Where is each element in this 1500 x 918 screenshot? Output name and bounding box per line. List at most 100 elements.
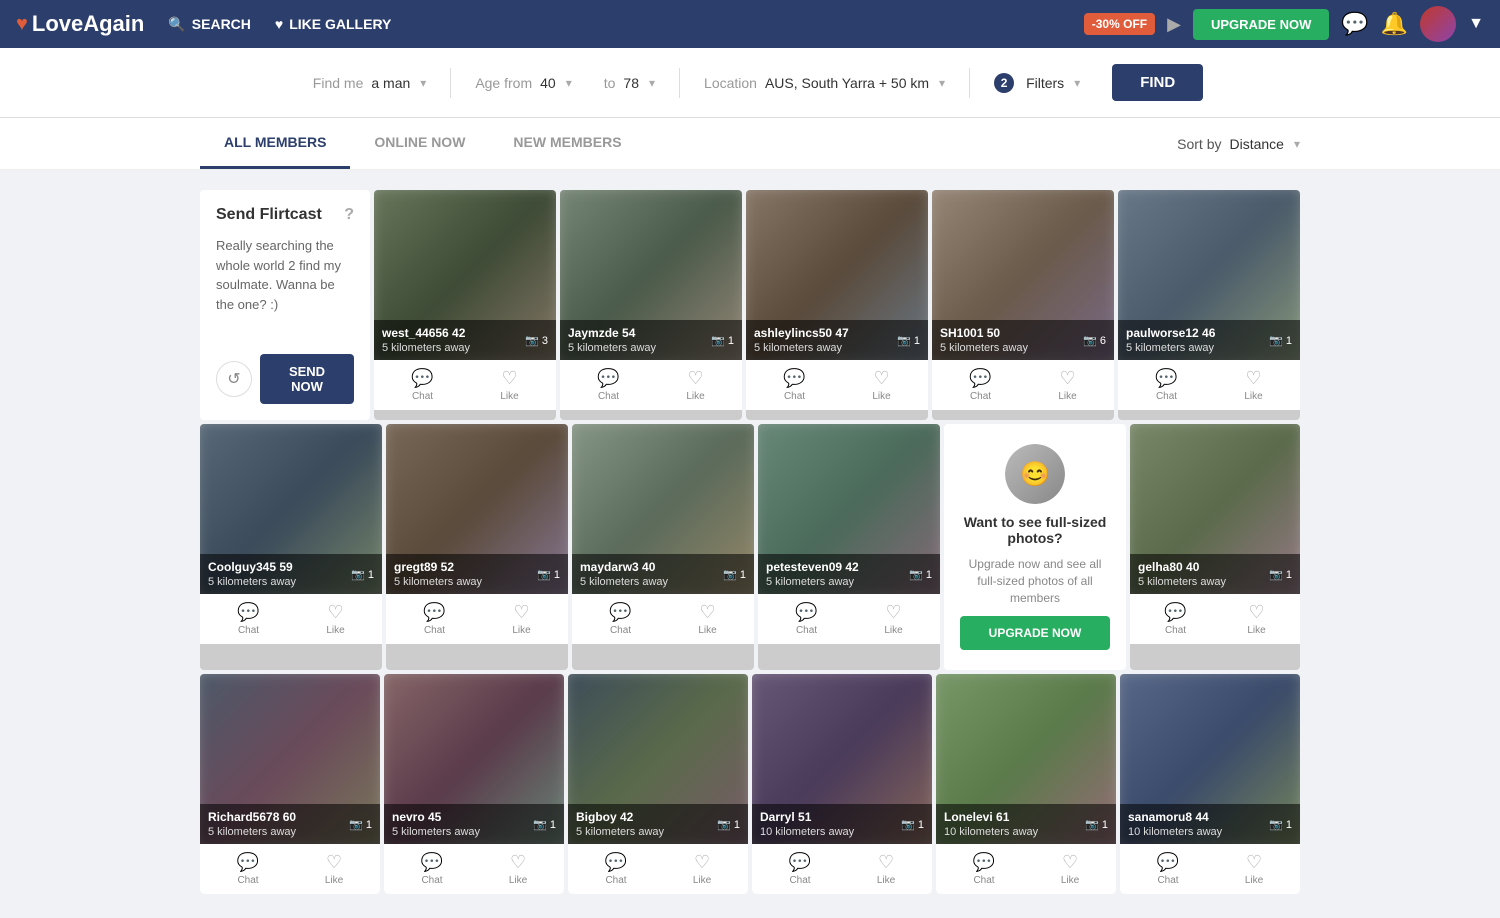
age-to-value[interactable]: 78 (623, 75, 639, 91)
like-button[interactable]: ♡ Like (1245, 852, 1263, 886)
chat-button[interactable]: 💬 Chat (1157, 852, 1179, 886)
chat-button[interactable]: 💬 Chat (423, 602, 445, 636)
age-from-dropdown-icon[interactable]: ▾ (566, 76, 572, 90)
chat-button[interactable]: 💬 Chat (969, 368, 991, 402)
filters-count-badge: 2 (994, 73, 1014, 93)
chat-button[interactable]: 💬 Chat (973, 852, 995, 886)
messages-icon[interactable]: 💬 (1341, 11, 1368, 37)
chat-button[interactable]: 💬 Chat (1155, 368, 1177, 402)
chat-button[interactable]: 💬 Chat (605, 852, 627, 886)
member-card-paulworse[interactable]: paulworse12 46 5 kilometers away 📷 1 💬 C… (1118, 190, 1300, 420)
member-photo-sanamoru8: sanamoru8 44 10 kilometers away 📷 1 (1120, 674, 1300, 844)
member-card-lonelevi[interactable]: Lonelevi 61 10 kilometers away 📷 1 💬 Cha… (936, 674, 1116, 894)
member-card-ashleylincs[interactable]: ashleylincs50 47 5 kilometers away 📷 1 💬… (746, 190, 928, 420)
like-button[interactable]: ♡ Like (326, 602, 344, 636)
like-gallery-nav-btn[interactable]: ♥ LIKE GALLERY (275, 16, 391, 32)
avatar-image (1420, 6, 1456, 42)
member-card-gregt89[interactable]: gregt89 52 5 kilometers away 📷 1 💬 Chat … (386, 424, 568, 670)
like-button[interactable]: ♡ Like (698, 602, 716, 636)
member-card-nevro[interactable]: nevro 45 5 kilometers away 📷 1 💬 Chat ♡ … (384, 674, 564, 894)
tab-all-members[interactable]: ALL MEMBERS (200, 118, 350, 169)
chat-icon: 💬 (969, 368, 991, 389)
chat-button[interactable]: 💬 Chat (421, 852, 443, 886)
filters-dropdown-icon[interactable]: ▾ (1074, 76, 1080, 90)
member-card-sh1001[interactable]: SH1001 50 5 kilometers away 📷 6 💬 Chat ♡… (932, 190, 1114, 420)
member-info-maydarw3: maydarw3 40 5 kilometers away 📷 1 (572, 554, 754, 594)
chat-button[interactable]: 💬 Chat (795, 602, 817, 636)
flirtcast-refresh-button[interactable]: ↺ (216, 361, 252, 397)
member-photo-nevro: nevro 45 5 kilometers away 📷 1 (384, 674, 564, 844)
like-button[interactable]: ♡ Like (693, 852, 711, 886)
like-label: Like (1061, 875, 1079, 886)
upgrade-now-photos-button[interactable]: UPGRADE NOW (960, 616, 1110, 650)
find-button[interactable]: FIND (1112, 64, 1203, 101)
like-button[interactable]: ♡ Like (872, 368, 890, 402)
chat-button[interactable]: 💬 Chat (609, 602, 631, 636)
notifications-icon[interactable]: 🔔 (1381, 11, 1408, 37)
find-me-dropdown-icon[interactable]: ▾ (420, 76, 426, 90)
avatar[interactable] (1420, 6, 1456, 42)
age-from-value[interactable]: 40 (540, 75, 556, 91)
logo-heart-icon: ♥ (16, 13, 28, 36)
like-button[interactable]: ♡ Like (884, 602, 902, 636)
like-label: Like (509, 875, 527, 886)
member-distance: 10 kilometers away (1128, 826, 1222, 838)
like-icon: ♡ (699, 602, 715, 623)
sort-dropdown-icon[interactable]: ▾ (1294, 137, 1300, 151)
chat-label: Chat (421, 875, 442, 886)
member-card-petesteven[interactable]: petesteven09 42 5 kilometers away 📷 1 💬 … (758, 424, 940, 670)
chat-button[interactable]: 💬 Chat (789, 852, 811, 886)
tab-new-members[interactable]: NEW MEMBERS (489, 118, 645, 169)
member-card-richard5678[interactable]: Richard5678 60 5 kilometers away 📷 1 💬 C… (200, 674, 380, 894)
member-actions: 💬 Chat ♡ Like (560, 360, 742, 410)
filters-field[interactable]: 2 Filters ▾ (978, 73, 1096, 93)
chat-button[interactable]: 💬 Chat (1164, 602, 1186, 636)
member-card-coolguy[interactable]: Coolguy345 59 5 kilometers away 📷 1 💬 Ch… (200, 424, 382, 670)
chat-button[interactable]: 💬 Chat (237, 602, 259, 636)
like-button[interactable]: ♡ Like (1058, 368, 1076, 402)
chat-button[interactable]: 💬 Chat (783, 368, 805, 402)
like-icon: ♡ (326, 852, 342, 873)
member-name-age: Richard5678 60 (208, 810, 296, 824)
flirtcast-send-button[interactable]: SEND NOW (260, 354, 354, 404)
sort-by-control[interactable]: Sort by Distance ▾ (1177, 120, 1300, 168)
like-button[interactable]: ♡ Like (686, 368, 704, 402)
member-name-age: Jaymzde 54 (568, 326, 656, 340)
location-label: Location (704, 75, 757, 91)
member-card-west[interactable]: west_44656 42 5 kilometers away 📷 3 💬 Ch… (374, 190, 556, 420)
location-dropdown-icon[interactable]: ▾ (939, 76, 945, 90)
chat-button[interactable]: 💬 Chat (237, 852, 259, 886)
like-button[interactable]: ♡ Like (1247, 602, 1265, 636)
upgrade-photos-card: 😊 Want to see full-sized photos? Upgrade… (944, 424, 1126, 670)
member-card-bigboy[interactable]: Bigboy 42 5 kilometers away 📷 1 💬 Chat ♡… (568, 674, 748, 894)
like-label: Like (884, 625, 902, 636)
member-card-gelha80[interactable]: gelha80 40 5 kilometers away 📷 1 💬 Chat … (1130, 424, 1300, 670)
find-me-value[interactable]: a man (371, 75, 410, 91)
member-photo-west: west_44656 42 5 kilometers away 📷 3 (374, 190, 556, 360)
chat-button[interactable]: 💬 Chat (597, 368, 619, 402)
like-button[interactable]: ♡ Like (500, 368, 518, 402)
like-button[interactable]: ♡ Like (512, 602, 530, 636)
avatar-dropdown-icon[interactable]: ▼ (1468, 15, 1484, 33)
member-card-jaymzde[interactable]: Jaymzde 54 5 kilometers away 📷 1 💬 Chat … (560, 190, 742, 420)
member-card-darryl[interactable]: Darryl 51 10 kilometers away 📷 1 💬 Chat … (752, 674, 932, 894)
chat-button[interactable]: 💬 Chat (411, 368, 433, 402)
logo[interactable]: ♥ LoveAgain (16, 11, 144, 37)
location-value[interactable]: AUS, South Yarra + 50 km (765, 75, 929, 91)
upgrade-now-button[interactable]: UPGRADE NOW (1193, 9, 1329, 40)
like-label: Like (325, 875, 343, 886)
member-card-sanamoru8[interactable]: sanamoru8 44 10 kilometers away 📷 1 💬 Ch… (1120, 674, 1300, 894)
member-card-maydarw3[interactable]: maydarw3 40 5 kilometers away 📷 1 💬 Chat… (572, 424, 754, 670)
filters-label: Filters (1026, 75, 1064, 91)
like-button[interactable]: ♡ Like (1061, 852, 1079, 886)
like-button[interactable]: ♡ Like (325, 852, 343, 886)
search-nav-btn[interactable]: 🔍 SEARCH (168, 16, 251, 33)
age-to-dropdown-icon[interactable]: ▾ (649, 76, 655, 90)
like-button[interactable]: ♡ Like (877, 852, 895, 886)
like-button[interactable]: ♡ Like (1244, 368, 1262, 402)
like-button[interactable]: ♡ Like (509, 852, 527, 886)
search-icon: 🔍 (168, 16, 185, 33)
flirtcast-info-icon[interactable]: ? (344, 206, 354, 224)
member-actions: 💬 Chat ♡ Like (386, 594, 568, 644)
tab-online-now[interactable]: ONLINE NOW (350, 118, 489, 169)
